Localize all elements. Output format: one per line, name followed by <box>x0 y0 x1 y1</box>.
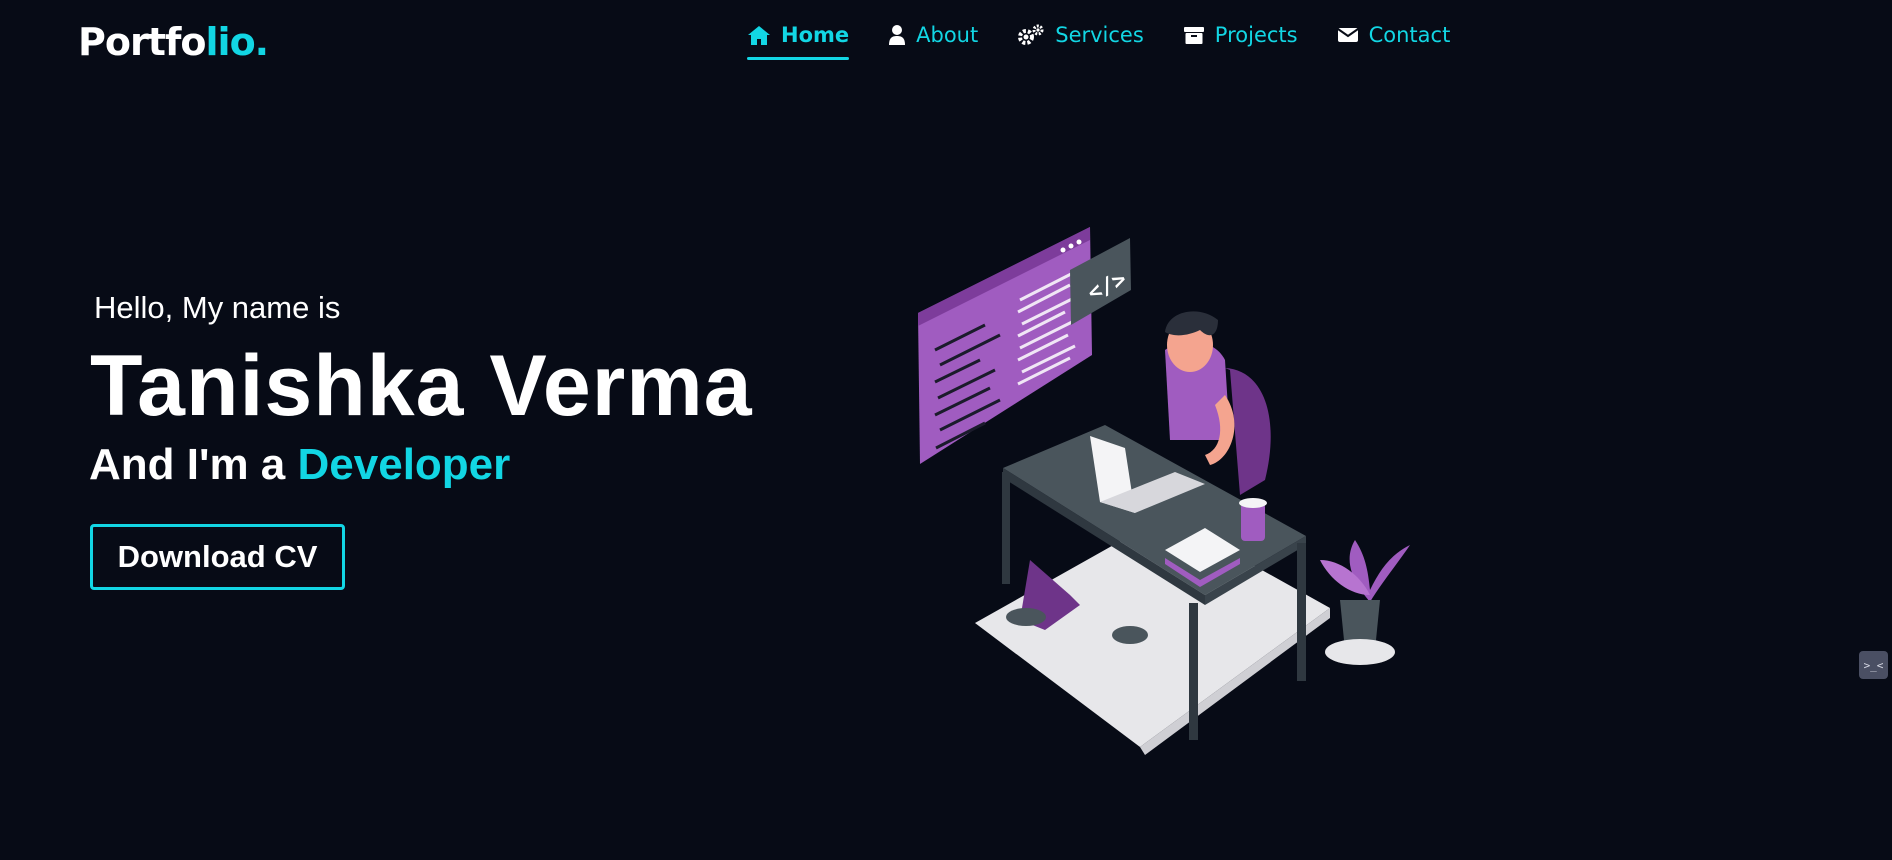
site-logo[interactable]: Portfolio. <box>78 16 270 68</box>
download-cv-button[interactable]: Download CV <box>90 524 345 590</box>
envelope-icon <box>1337 26 1359 44</box>
gears-icon <box>1017 24 1045 46</box>
logo-accent-text: lio. <box>205 20 270 64</box>
hero-role-line: And I'm a Developer <box>89 440 510 490</box>
hero-role-prefix: And I'm a <box>89 440 286 489</box>
developer-illustration: </> <box>918 227 1410 755</box>
user-icon <box>888 24 906 46</box>
side-widget-button[interactable]: >_< <box>1859 651 1888 679</box>
potted-plant <box>1320 540 1410 665</box>
archive-icon <box>1183 24 1205 46</box>
logo-main-text: Portfo <box>78 20 207 64</box>
nav-item-label: Projects <box>1214 23 1298 47</box>
main-nav: Home About Services Projects Contact <box>747 20 1489 60</box>
home-icon <box>747 24 771 46</box>
nav-item-label: Home <box>781 23 850 47</box>
nav-item-label: About <box>916 23 979 47</box>
hero-intro: Hello, My name is <box>94 290 341 325</box>
nav-item-label: Contact <box>1368 23 1451 47</box>
code-window-panel <box>918 227 1092 464</box>
nav-item-projects[interactable]: Projects <box>1183 20 1298 60</box>
coffee-cup <box>1239 498 1267 541</box>
nav-item-about[interactable]: About <box>888 20 978 60</box>
nav-item-services[interactable]: Services <box>1017 20 1144 60</box>
hero-role-title: Developer <box>297 440 511 489</box>
hero-name: Tanishka Verma <box>90 338 753 434</box>
nav-item-label: Services <box>1055 23 1144 47</box>
nav-item-home[interactable]: Home <box>747 20 850 60</box>
nav-item-contact[interactable]: Contact <box>1337 20 1451 60</box>
